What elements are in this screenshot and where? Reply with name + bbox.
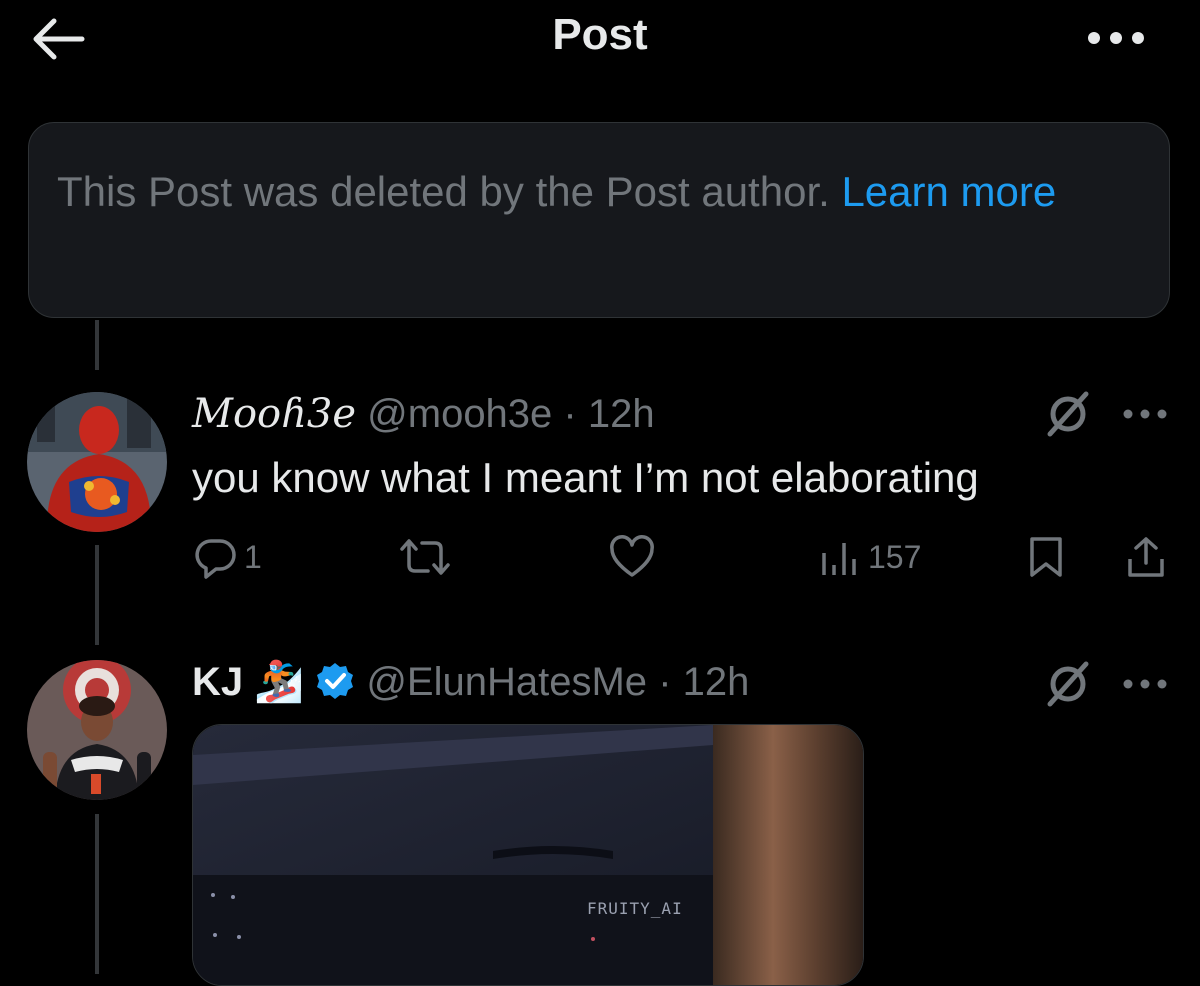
- thread-connector-line: [95, 545, 99, 645]
- more-options-icon[interactable]: [1086, 26, 1146, 50]
- bookmark-icon: [1030, 537, 1062, 577]
- tweet-author-row: Mooɦ3e @mooh3e · 12h: [192, 390, 655, 438]
- spiderman-avatar-icon: [27, 392, 167, 532]
- user-avatar[interactable]: [27, 660, 167, 800]
- deleted-post-notice: This Post was deleted by the Post author…: [28, 122, 1170, 318]
- grok-icon[interactable]: [1044, 390, 1092, 438]
- post-time[interactable]: 12h: [683, 660, 750, 704]
- thread-connector-line: [95, 320, 99, 370]
- reply-icon: [195, 539, 236, 579]
- snowboarder-emoji: 🏂: [254, 660, 305, 704]
- heart-icon: [610, 535, 654, 577]
- verified-badge-icon[interactable]: [315, 661, 355, 701]
- author-handle[interactable]: @mooh3e: [367, 392, 552, 436]
- share-icon: [1128, 537, 1164, 577]
- bookmark-button[interactable]: [1026, 535, 1066, 579]
- video-thumbnail: [193, 725, 863, 985]
- views-button[interactable]: 157: [818, 535, 921, 579]
- video-watermark: FRUITY_AI: [587, 899, 683, 918]
- user-avatar[interactable]: [27, 392, 167, 532]
- post-time[interactable]: 12h: [588, 392, 655, 436]
- learn-more-link[interactable]: Learn more: [841, 168, 1056, 215]
- grok-icon[interactable]: [1044, 660, 1092, 708]
- separator-dot: ·: [563, 392, 577, 436]
- deleted-notice-text: This Post was deleted by the Post author…: [57, 168, 830, 215]
- author-handle[interactable]: @ElunHatesMe: [366, 660, 647, 704]
- media-video-preview[interactable]: FRUITY_AI: [192, 724, 864, 986]
- separator-dot: ·: [658, 660, 672, 704]
- share-button[interactable]: [1124, 535, 1168, 579]
- view-count: 157: [868, 538, 922, 575]
- like-button[interactable]: [608, 535, 656, 579]
- tweet-more-icon[interactable]: [1122, 674, 1168, 694]
- author-display-name[interactable]: KJ: [192, 660, 243, 704]
- tweet-author-row: KJ 🏂 @ElunHatesMe · 12h: [192, 658, 749, 706]
- repost-icon: [400, 539, 450, 575]
- page-title: Post: [552, 10, 648, 59]
- tweet-more-icon[interactable]: [1122, 404, 1168, 424]
- basketball-player-avatar-icon: [27, 660, 167, 800]
- thread-connector-line: [95, 814, 99, 974]
- reply-count: 1: [244, 538, 262, 575]
- author-display-name[interactable]: Mooɦ3e: [192, 391, 356, 437]
- repost-button[interactable]: [396, 535, 454, 579]
- tweet-text: you know what I meant I’m not elaboratin…: [192, 454, 979, 501]
- views-icon: [822, 543, 856, 575]
- reply-button[interactable]: 1: [194, 535, 262, 579]
